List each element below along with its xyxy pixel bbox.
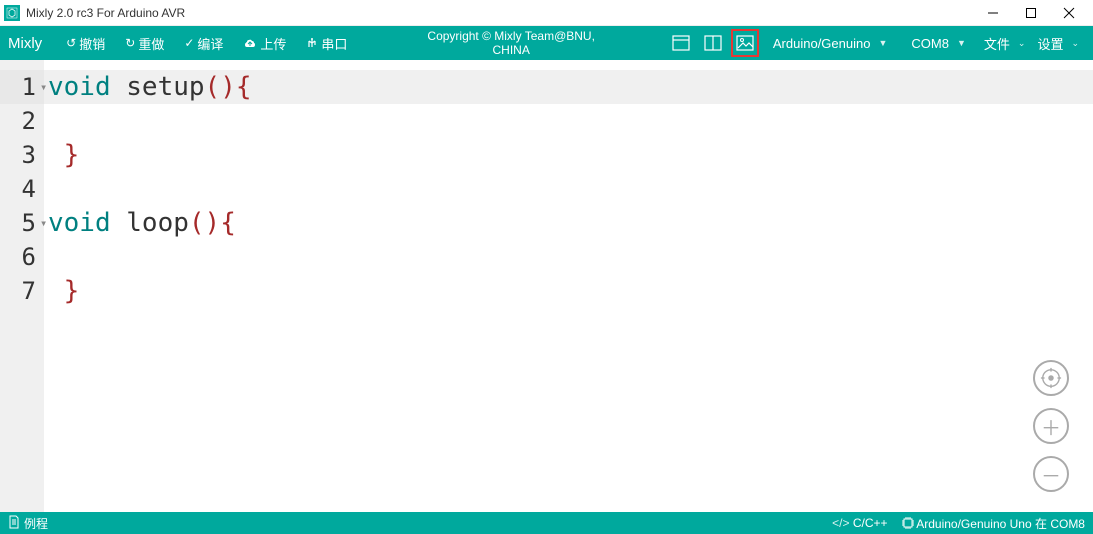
code-line: } — [44, 138, 1093, 172]
redo-icon: ↻ — [125, 36, 135, 50]
code-line: ▾void loop(){ — [44, 206, 1093, 240]
compile-button[interactable]: ✓ 编译 — [174, 26, 233, 60]
status-bar: 例程 </> C/C++ Arduino/Genuino Uno 在 COM8 — [0, 512, 1093, 534]
document-icon — [8, 515, 20, 532]
minimize-button[interactable] — [983, 3, 1003, 23]
serial-button[interactable]: 串口 — [296, 26, 357, 60]
code-line: ▾void setup(){ — [44, 70, 1093, 104]
layout-view1-button[interactable] — [667, 29, 695, 57]
line-number: 5 — [0, 206, 44, 240]
compile-label: 编译 — [197, 34, 223, 53]
line-number: 2 — [0, 104, 44, 138]
serial-label: 串口 — [321, 34, 347, 53]
chevron-down-icon: ⌄ — [1071, 38, 1079, 49]
board-label: Arduino/Genuino — [773, 36, 871, 51]
usb-icon — [306, 37, 318, 49]
example-label[interactable]: 例程 — [24, 515, 48, 532]
chevron-down-icon: ▼ — [957, 38, 966, 48]
board-dropdown[interactable]: Arduino/Genuino ▼ — [761, 26, 900, 60]
line-number: 3 — [0, 138, 44, 172]
line-gutter: 1 2 3 4 5 6 7 — [0, 60, 44, 512]
undo-icon: ↺ — [66, 36, 76, 50]
code-area[interactable]: ▾void setup(){ } ▾void loop(){ } — [44, 60, 1093, 512]
redo-button[interactable]: ↻ 重做 — [115, 26, 174, 60]
port-label: COM8 — [911, 36, 949, 51]
undo-button[interactable]: ↺ 撤销 — [56, 26, 115, 60]
status-left: 例程 — [8, 515, 832, 532]
upload-label: 上传 — [260, 34, 286, 53]
copyright-text: Copyright © Mixly Team@BNU, CHINA — [357, 29, 664, 57]
close-button[interactable] — [1059, 3, 1079, 23]
maximize-button[interactable] — [1021, 3, 1041, 23]
chevron-down-icon: ▼ — [878, 38, 887, 48]
code-editor[interactable]: 1 2 3 4 5 6 7 ▾void setup(){ } ▾void loo… — [0, 60, 1093, 512]
mixly-logo: Mixly — [8, 35, 42, 52]
settings-label: 设置 — [1037, 34, 1063, 53]
image-view-button[interactable] — [731, 29, 759, 57]
line-number: 1 — [0, 70, 44, 104]
code-line: } — [44, 274, 1093, 308]
code-line — [44, 240, 1093, 274]
code-line — [44, 104, 1093, 138]
title-bar: Mixly 2.0 rc3 For Arduino AVR — [0, 0, 1093, 26]
upload-button[interactable]: 上传 — [233, 26, 296, 60]
center-button[interactable] — [1033, 360, 1069, 396]
settings-menu[interactable]: 设置 ⌄ — [1031, 26, 1085, 60]
app-icon — [4, 5, 20, 21]
status-board[interactable]: Arduino/Genuino Uno 在 COM8 — [902, 515, 1085, 532]
copyright-line2: CHINA — [357, 43, 664, 57]
status-lang[interactable]: </> C/C++ — [832, 516, 887, 530]
fold-icon[interactable]: ▾ — [40, 206, 47, 240]
undo-label: 撤销 — [79, 34, 105, 53]
line-number: 4 — [0, 172, 44, 206]
file-label: 文件 — [984, 34, 1010, 53]
zoom-controls: ＋ － — [1033, 360, 1069, 492]
main-toolbar: Mixly ↺ 撤销 ↻ 重做 ✓ 编译 上传 串口 Copyright © M… — [0, 26, 1093, 60]
file-menu[interactable]: 文件 ⌄ — [978, 26, 1032, 60]
layout-view2-button[interactable] — [699, 29, 727, 57]
window-controls — [983, 3, 1089, 23]
check-icon: ✓ — [184, 36, 194, 50]
zoom-out-button[interactable]: － — [1033, 456, 1069, 492]
code-line — [44, 172, 1093, 206]
chevron-down-icon: ⌄ — [1018, 38, 1026, 49]
upload-icon — [243, 37, 257, 49]
line-number: 6 — [0, 240, 44, 274]
status-right: </> C/C++ Arduino/Genuino Uno 在 COM8 — [832, 515, 1085, 532]
fold-icon[interactable]: ▾ — [40, 70, 47, 104]
line-number: 7 — [0, 274, 44, 308]
port-dropdown[interactable]: COM8 ▼ — [899, 26, 977, 60]
copyright-line1: Copyright © Mixly Team@BNU, — [357, 29, 664, 43]
redo-label: 重做 — [138, 34, 164, 53]
zoom-in-button[interactable]: ＋ — [1033, 408, 1069, 444]
window-title: Mixly 2.0 rc3 For Arduino AVR — [26, 6, 983, 20]
